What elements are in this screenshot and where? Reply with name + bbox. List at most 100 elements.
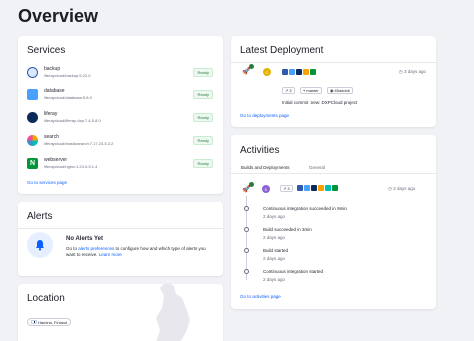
search-service-icon: [303, 69, 309, 75]
location-chip: Hamina, Finland: [27, 318, 72, 326]
branch-icon: ⑂: [303, 88, 306, 93]
nginx-icon: N: [27, 158, 38, 169]
service-image: liferaycloud/database:5.8.0: [44, 95, 92, 100]
alerts-heading: No Alerts Yet: [66, 236, 104, 242]
service-image: liferaycloud/backup:5.22.0: [44, 73, 91, 78]
database-icon: [27, 89, 38, 100]
tabs-divider: [231, 173, 436, 174]
activity-time: 2 days ago: [263, 235, 286, 240]
time-label: 3 days ago: [403, 69, 426, 74]
commit-icon: ◉: [330, 88, 334, 93]
bell-icon: [27, 232, 53, 258]
alerts-text-part: Go to: [66, 246, 79, 251]
activity-icon: [244, 206, 249, 211]
avatar: K: [262, 185, 270, 193]
service-name[interactable]: backup: [44, 66, 60, 72]
search-service-icon: [318, 185, 324, 191]
alerts-text-part: to configure how and which type of alert…: [114, 246, 206, 251]
status-badge: Ready: [193, 68, 213, 77]
divider: [231, 62, 436, 63]
deployments-page-link[interactable]: Go to deployments page: [240, 113, 289, 118]
activities-title: Activities: [240, 145, 280, 156]
commit-message: Initial commit :new: DXPCloud project: [282, 100, 358, 105]
activity-duration: 9min: [337, 206, 347, 211]
activity-icon: [244, 269, 249, 274]
rocket-small-icon: ↗: [285, 88, 289, 93]
extra-service-icon: [325, 185, 331, 191]
activities-page-link[interactable]: Go to activities page: [240, 294, 281, 299]
learn-more-link[interactable]: Learn more: [99, 252, 122, 257]
status-badge: Ready: [193, 113, 213, 122]
activity-text: Build succeeded in 3min: [263, 227, 312, 232]
backup-service-icon: [282, 69, 288, 75]
alerts-text: Go to alerts preferences to configure ho…: [66, 246, 206, 251]
deployment-title: Latest Deployment: [240, 45, 324, 56]
commit-label: 65addc6: [334, 88, 350, 93]
divider: [18, 228, 223, 229]
activity-duration: 3min: [302, 227, 312, 232]
status-badge: Ready: [193, 90, 213, 99]
service-image: liferaycloud/liferay-dxp:7.4-5.8.0: [44, 118, 101, 123]
service-name[interactable]: database: [44, 88, 65, 94]
branch-chip[interactable]: ⑂ master: [300, 87, 322, 94]
service-name[interactable]: webserver: [44, 157, 67, 163]
search-service-icon: [27, 135, 38, 146]
service-name[interactable]: search: [44, 134, 59, 140]
webserver-service-icon: [332, 185, 338, 191]
success-check-icon: [249, 182, 254, 187]
activity-text: Continuous integration started: [263, 269, 323, 274]
location-title: Location: [27, 293, 65, 304]
branch-label: master: [306, 88, 319, 93]
activity-icon: [244, 248, 249, 253]
status-badge: Ready: [193, 136, 213, 145]
activity-text-label: Build succeeded in: [263, 227, 303, 232]
activity-text: Build started: [263, 248, 288, 253]
activity-time: ◷ 2 days ago: [388, 186, 415, 192]
liferay-icon: [27, 112, 38, 123]
activity-count-chip: ↗ 3: [280, 185, 293, 192]
backup-icon: [27, 67, 38, 78]
count-label: 3: [289, 88, 292, 93]
activity-text-label: Continuous integration succeeded in: [263, 206, 338, 211]
success-check-icon: [249, 64, 254, 69]
finland-map: [156, 284, 190, 341]
service-image: liferaycloud/nginx:1.24.0-5.1.4: [44, 164, 98, 169]
location-card: Location Hamina, Finland: [18, 284, 223, 341]
commit-chip[interactable]: ◉ 65addc6: [327, 87, 353, 94]
activity-text-label: Continuous integration started: [263, 269, 324, 274]
status-badge: Ready: [193, 159, 213, 168]
alerts-text-part: want to receive.: [66, 252, 99, 257]
tab-general[interactable]: General: [309, 165, 325, 170]
location-label: Hamina, Finland: [38, 319, 68, 325]
liferay-service-icon: [296, 69, 302, 75]
deploy-count-chip: ↗ 3: [282, 87, 295, 94]
rocket-small-icon: ↗: [283, 186, 287, 191]
services-title: Services: [27, 45, 66, 56]
database-service-icon: [289, 69, 295, 75]
deployment-time: ◷ 3 days ago: [399, 69, 426, 75]
service-name[interactable]: liferay: [44, 111, 57, 117]
service-image: liferaycloud/elasticsearch:7.17.23-5.3.2: [44, 141, 114, 146]
activity-time: 2 days ago: [263, 256, 286, 261]
liferay-service-icon: [311, 185, 317, 191]
alerts-title: Alerts: [27, 211, 53, 222]
activity-text: Continuous integration succeeded in 9min: [263, 206, 347, 211]
activities-card: Activities Builds and Deployments Genera…: [231, 135, 436, 309]
finland-flag-icon: [31, 320, 37, 324]
alerts-card: Alerts No Alerts Yet Go to alerts prefer…: [18, 202, 223, 276]
activity-icon: [244, 227, 249, 232]
alerts-preferences-link[interactable]: alerts preferences: [78, 246, 114, 251]
time-label: 2 days ago: [393, 186, 416, 191]
count-label: 3: [287, 186, 290, 191]
backup-service-icon: [297, 185, 303, 191]
services-page-link[interactable]: Go to services page: [27, 180, 67, 185]
avatar: C: [263, 68, 271, 76]
activity-time: 2 days ago: [263, 214, 286, 219]
activity-text-label: Build started: [263, 248, 289, 253]
services-card: Services backup liferaycloud/backup:5.22…: [18, 36, 223, 194]
database-service-icon: [304, 185, 310, 191]
page-title: Overview: [18, 6, 99, 26]
deployment-card: Latest Deployment 🚀 C ◷ 3 days ago ↗ 3 ⑂ m…: [231, 36, 436, 127]
alerts-text: want to receive. Learn more: [66, 252, 122, 257]
activity-time: 2 days ago: [263, 277, 286, 282]
